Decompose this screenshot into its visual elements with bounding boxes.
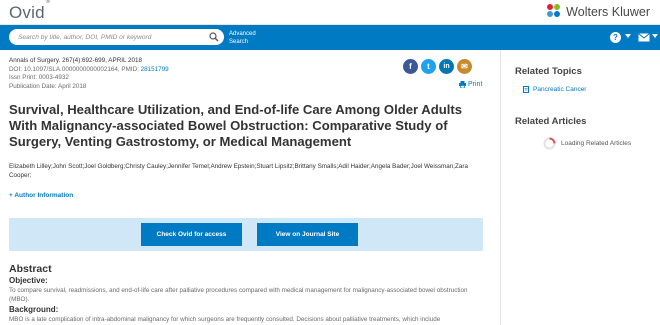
doi: DOI: 10.1097/SLA.0000000000002164, — [9, 65, 120, 73]
wolters-kluwer-text: Wolters Kluwer — [566, 4, 650, 19]
issn: Issn Print: 0003-4932 — [9, 74, 69, 82]
background-text: MBO is a late complication of intra-abdo… — [9, 316, 441, 323]
loading-spinner-icon — [543, 137, 556, 150]
related-topics-heading: Related Topics — [515, 66, 582, 77]
print-icon — [459, 81, 466, 88]
pmid-link[interactable]: 28151799 — [141, 66, 169, 73]
linkedin-icon[interactable]: in — [439, 59, 454, 74]
related-topic-label: Pancreatic Cancer — [533, 86, 587, 93]
related-articles-loading: Loading Related Articles — [543, 137, 631, 150]
share-icons: f t in ✉ — [403, 59, 475, 74]
mail-icon[interactable] — [638, 33, 650, 42]
article-metadata: Annals of Surgery. 267(4):692-699, APRIL… — [9, 57, 169, 91]
wolters-kluwer-logo[interactable]: Wolters Kluwer — [547, 4, 650, 19]
search-input[interactable] — [18, 31, 206, 43]
article-title: Survival, Healthcare Utilization, and En… — [9, 102, 463, 149]
background-heading: Background: — [9, 305, 59, 314]
related-topic-link[interactable]: Pancreatic Cancer — [523, 86, 586, 93]
sidebar-divider — [500, 50, 501, 325]
print-label: Print — [468, 81, 483, 88]
objective-heading: Objective: — [9, 276, 48, 285]
wolters-kluwer-mark-icon — [547, 4, 562, 19]
facebook-icon[interactable]: f — [403, 59, 418, 74]
loading-label: Loading Related Articles — [561, 140, 632, 147]
pmid-label: PMID: — [121, 65, 139, 73]
check-ovid-access-button[interactable]: Check Ovid for access — [141, 223, 242, 246]
access-options-band: Check Ovid for access View on Journal Si… — [9, 218, 483, 251]
help-icon[interactable]: ? — [610, 32, 621, 43]
mail-dropdown-caret-icon[interactable] — [652, 34, 658, 38]
twitter-icon[interactable]: t — [421, 59, 436, 74]
doi-line: DOI: 10.1097/SLA.0000000000002164, PMID:… — [9, 66, 169, 75]
help-dropdown-caret-icon[interactable] — [625, 34, 631, 38]
abstract-heading: Abstract — [9, 263, 52, 275]
search-box — [9, 29, 224, 45]
advanced-search-label-1: Advanced — [229, 31, 256, 37]
ovid-logo-text: Ovid — [9, 3, 45, 22]
registered-mark: ® — [45, 0, 51, 6]
author-list: Elizabeth Lilley;John Scott;Joel Goldber… — [9, 163, 468, 179]
citation: Annals of Surgery. 267(4):692-699, APRIL… — [9, 57, 143, 64]
document-icon — [523, 86, 529, 93]
top-header: Ovid® Wolters Kluwer — [0, 0, 660, 25]
advanced-search-link[interactable]: Advanced Search — [229, 30, 256, 46]
advanced-search-label-2: Search — [229, 39, 249, 45]
publication-date: Publication Date: April 2018 — [9, 82, 87, 90]
search-icon[interactable] — [209, 32, 219, 42]
view-journal-site-button[interactable]: View on Journal Site — [257, 223, 358, 246]
related-articles-heading: Related Articles — [515, 116, 587, 127]
print-button[interactable]: Print — [459, 81, 482, 88]
email-share-icon[interactable]: ✉ — [457, 59, 472, 74]
objective-text: To compare survival, readmissions, and e… — [9, 287, 468, 303]
author-information-toggle[interactable]: + Author Information — [9, 192, 73, 199]
ovid-logo[interactable]: Ovid® — [9, 0, 51, 23]
search-bar: Advanced Search ? — [0, 25, 660, 50]
